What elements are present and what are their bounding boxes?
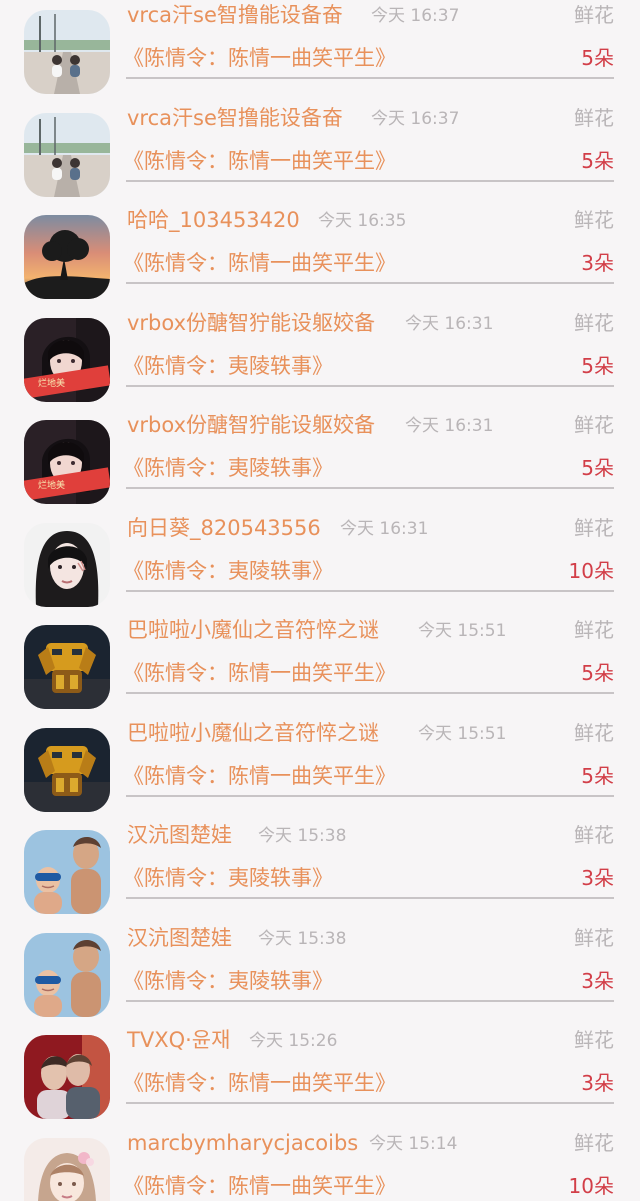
gift-count: 3朵 xyxy=(581,968,614,993)
svg-text:烂地美: 烂地美 xyxy=(38,479,65,491)
gift-type-label: 鲜花 xyxy=(574,1130,614,1155)
list-item[interactable]: 巴啦啦小魔仙之音符悴之谜 今天 15:51 鲜花 《陈情令：陈情一曲笑平生》 5… xyxy=(0,718,640,821)
drama-title-link[interactable]: 《陈情令：夷陵轶事》 xyxy=(123,966,333,996)
gift-type-label: 鲜花 xyxy=(574,413,614,437)
drama-title-link[interactable]: 《陈情令：陈情一曲笑平生》 xyxy=(123,146,396,176)
drama-title-link[interactable]: 《陈情令：陈情一曲笑平生》 xyxy=(123,658,396,688)
user-name[interactable]: 向日葵_820543556 xyxy=(127,514,321,542)
row-divider xyxy=(126,794,614,797)
user-name[interactable]: TVXQ·윤재 xyxy=(127,1026,230,1054)
row-divider xyxy=(126,692,614,694)
drama-title-link[interactable]: 《陈情令：夷陵轶事》 xyxy=(123,453,333,483)
user-name[interactable]: marcbymharycjacoibs xyxy=(127,1129,358,1157)
list-item[interactable]: 哈哈_103453420 今天 16:35 鲜花 《陈情令：陈情一曲笑平生》 3… xyxy=(0,205,640,308)
user-name[interactable]: vrca汗se智撸能设备奋 xyxy=(127,104,343,132)
drama-title-link[interactable]: 《陈情令：夷陵轶事》 xyxy=(123,351,333,381)
row-divider xyxy=(126,282,614,284)
drama-title-link[interactable]: 《陈情令：陈情一曲笑平生》 xyxy=(123,248,396,278)
gift-type-label: 鲜花 xyxy=(574,720,614,745)
gift-type-label: 鲜花 xyxy=(574,1028,614,1052)
list-item[interactable]: 烂地美 vrbox份醣智狞能设躯姣备 今天 16:31 鲜花 《陈情令：夷陵轶事… xyxy=(0,308,640,411)
user-name[interactable]: vrca汗se智撸能设备奋 xyxy=(127,1,343,29)
user-name[interactable]: 巴啦啦小魔仙之音符悴之谜 xyxy=(127,719,379,747)
row-divider xyxy=(126,77,614,79)
gift-count: 5朵 xyxy=(581,148,614,173)
beach-family-avatar-icon[interactable] xyxy=(24,932,110,1017)
robot-avatar-icon[interactable] xyxy=(24,625,110,709)
timestamp: 今天 16:37 xyxy=(371,108,460,129)
timestamp: 今天 16:35 xyxy=(318,211,407,231)
drama-title-link[interactable]: 《陈情令：陈情一曲笑平生》 xyxy=(123,761,396,791)
gift-count: 10朵 xyxy=(568,1173,614,1198)
gift-type-label: 鲜花 xyxy=(574,105,614,130)
list-item[interactable]: TVXQ·윤재 今天 15:26 鲜花 《陈情令：陈情一曲笑平生》 3朵 xyxy=(0,1025,640,1128)
sunset-tree-avatar-icon[interactable] xyxy=(24,215,110,299)
gift-count: 5朵 xyxy=(581,353,614,378)
row-divider xyxy=(126,1102,614,1104)
row-divider xyxy=(126,897,614,899)
user-name[interactable]: vrbox份醣智狞能设躯姣备 xyxy=(127,411,375,439)
gift-count: 5朵 xyxy=(581,661,614,685)
user-name[interactable]: 汉沆图楚娃 xyxy=(127,821,232,849)
timestamp: 今天 16:31 xyxy=(405,416,494,436)
girl-banner-avatar-icon[interactable]: 烂地美 xyxy=(24,317,110,402)
list-item[interactable]: 向日葵_820543556 今天 16:31 鲜花 《陈情令：夷陵轶事》 10朵 xyxy=(0,513,640,616)
timestamp: 今天 15:38 xyxy=(258,928,347,949)
timestamp: 今天 16:31 xyxy=(405,313,494,334)
couple-road-avatar-icon[interactable] xyxy=(24,10,110,94)
gift-count: 10朵 xyxy=(568,558,614,583)
illustrated-girl-avatar-icon[interactable] xyxy=(24,1137,110,1201)
user-name[interactable]: 汉沆图楚娃 xyxy=(127,924,232,952)
timestamp: 今天 15:38 xyxy=(258,826,347,846)
timestamp: 今天 15:14 xyxy=(369,1133,458,1154)
row-divider xyxy=(126,487,614,489)
row-divider xyxy=(126,999,614,1002)
timestamp: 今天 15:51 xyxy=(418,621,507,641)
girl-portrait-avatar-icon[interactable] xyxy=(24,522,110,607)
list-item[interactable]: 巴啦啦小魔仙之音符悴之谜 今天 15:51 鲜花 《陈情令：陈情一曲笑平生》 5… xyxy=(0,615,640,718)
gift-type-label: 鲜花 xyxy=(574,310,614,335)
user-name[interactable]: 哈哈_103453420 xyxy=(127,206,300,234)
robot-avatar-icon[interactable] xyxy=(24,727,110,812)
couple-road-avatar-icon[interactable] xyxy=(24,112,110,197)
gift-type-label: 鲜花 xyxy=(574,208,614,232)
gift-record-list: vrca汗se智撸能设备奋 今天 16:37 鲜花 《陈情令：陈情一曲笑平生》 … xyxy=(0,0,640,1201)
gift-count: 3朵 xyxy=(581,866,614,890)
drama-title-link[interactable]: 《陈情令：夷陵轶事》 xyxy=(123,556,333,586)
user-name[interactable]: vrbox份醣智狞能设躯姣备 xyxy=(127,309,375,337)
gift-type-label: 鲜花 xyxy=(574,515,614,540)
drama-title-link[interactable]: 《陈情令：陈情一曲笑平生》 xyxy=(123,43,396,73)
list-item[interactable]: 烂地美 vrbox份醣智狞能设躯姣备 今天 16:31 鲜花 《陈情令：夷陵轶事… xyxy=(0,410,640,513)
timestamp: 今天 16:37 xyxy=(371,6,460,26)
drama-title-link[interactable]: 《陈情令：夷陵轶事》 xyxy=(123,863,333,893)
list-item[interactable]: marcbymharycjacoibs 今天 15:14 鲜花 《陈情令：陈情一… xyxy=(0,1128,640,1201)
list-item[interactable]: vrca汗se智撸能设备奋 今天 16:37 鲜花 《陈情令：陈情一曲笑平生》 … xyxy=(0,0,640,103)
gift-type-label: 鲜花 xyxy=(574,618,614,642)
girl-banner-avatar-icon[interactable]: 烂地美 xyxy=(24,420,110,504)
list-item[interactable]: 汉沆图楚娃 今天 15:38 鲜花 《陈情令：夷陵轶事》 3朵 xyxy=(0,820,640,923)
drama-title-link[interactable]: 《陈情令：陈情一曲笑平生》 xyxy=(123,1171,396,1201)
couple-avatar-icon[interactable] xyxy=(24,1035,110,1119)
row-divider xyxy=(126,589,614,592)
gift-count: 3朵 xyxy=(581,251,614,275)
list-item[interactable]: vrca汗se智撸能设备奋 今天 16:37 鲜花 《陈情令：陈情一曲笑平生》 … xyxy=(0,103,640,206)
timestamp: 今天 16:31 xyxy=(340,518,429,539)
list-item[interactable]: 汉沆图楚娃 今天 15:38 鲜花 《陈情令：夷陵轶事》 3朵 xyxy=(0,923,640,1026)
row-divider xyxy=(126,179,614,182)
timestamp: 今天 15:51 xyxy=(418,723,507,744)
gift-count: 3朵 xyxy=(581,1071,614,1095)
row-divider xyxy=(126,384,614,387)
timestamp: 今天 15:26 xyxy=(249,1031,338,1051)
gift-type-label: 鲜花 xyxy=(574,823,614,847)
beach-family-avatar-icon[interactable] xyxy=(24,830,110,914)
gift-count: 5朵 xyxy=(581,456,614,480)
svg-text:烂地美: 烂地美 xyxy=(38,377,65,389)
gift-type-label: 鲜花 xyxy=(574,925,614,950)
gift-count: 5朵 xyxy=(581,763,614,788)
user-name[interactable]: 巴啦啦小魔仙之音符悴之谜 xyxy=(127,616,379,644)
gift-count: 5朵 xyxy=(581,46,614,70)
drama-title-link[interactable]: 《陈情令：陈情一曲笑平生》 xyxy=(123,1068,396,1098)
gift-type-label: 鲜花 xyxy=(574,3,614,27)
